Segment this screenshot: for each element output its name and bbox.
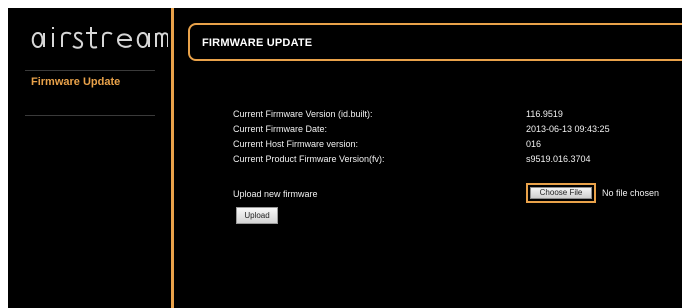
sidebar-divider-bottom xyxy=(25,115,155,116)
sidebar-divider-top xyxy=(25,70,155,71)
firmware-date-label: Current Firmware Date: xyxy=(233,124,328,134)
upload-button[interactable]: Upload xyxy=(236,207,278,224)
product-firmware-version-value: s9519.016.3704 xyxy=(526,154,591,164)
file-input[interactable]: Choose File xyxy=(526,183,596,203)
host-firmware-version-value: 016 xyxy=(526,139,542,149)
sidebar-item-firmware-update[interactable]: Firmware Update xyxy=(31,76,120,88)
airstream-logo: airstream xyxy=(28,20,169,60)
firmware-version-value: 116.9519 xyxy=(526,109,563,119)
choose-file-button[interactable]: Choose File xyxy=(530,187,592,199)
main-panel: FIRMWARE UPDATE Current Firmware Version… xyxy=(174,8,682,308)
page-title: FIRMWARE UPDATE xyxy=(202,37,313,49)
host-firmware-version-label: Current Host Firmware version: xyxy=(233,139,359,149)
firmware-version-label: Current Firmware Version (id.built): xyxy=(233,109,373,119)
firmware-date-value: 2013-06-13 09:43:25 xyxy=(526,124,610,134)
sidebar: airstream Firmware Update xyxy=(8,8,171,308)
page-header: FIRMWARE UPDATE xyxy=(188,23,682,61)
product-firmware-version-label: Current Product Firmware Version(fv): xyxy=(233,154,385,164)
upload-firmware-label: Upload new firmware xyxy=(233,189,318,199)
file-status-text: No file chosen xyxy=(602,188,660,198)
screen: airstream Firmware Update FIRMWARE UPDAT… xyxy=(8,8,682,308)
